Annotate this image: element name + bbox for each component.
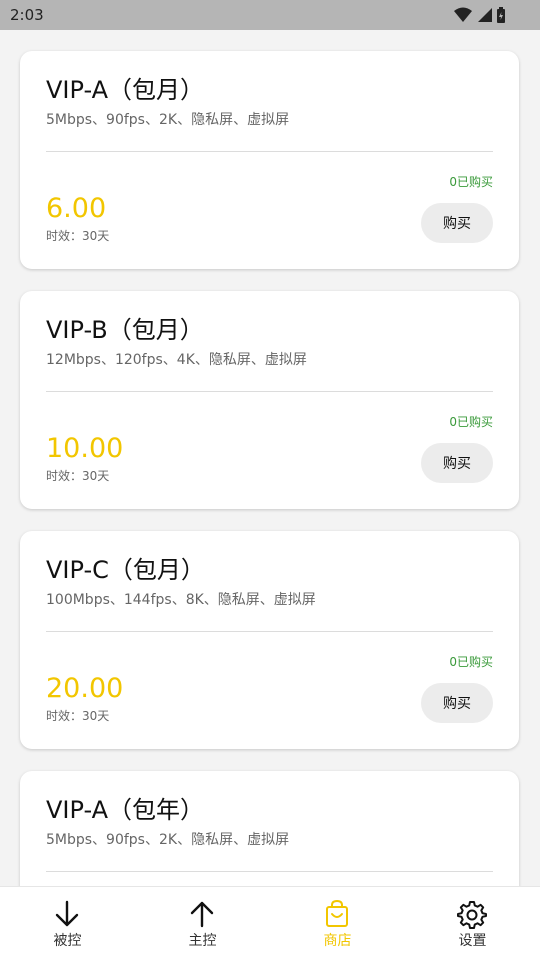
product-title: VIP-A（包年） [46, 796, 204, 824]
product-price: 20.00 [46, 673, 124, 704]
shopping-bag-icon [326, 899, 348, 927]
arrow-up-icon [190, 901, 214, 928]
product-validity: 时效：30天 [46, 469, 110, 483]
tab-controller[interactable]: 主控 [135, 887, 270, 961]
tab-label: 设置 [458, 933, 487, 949]
sold-count: 0已购买 [449, 175, 493, 189]
bottom-tab-bar: 被控 主控 商店 设置 [0, 886, 540, 961]
tab-label: 商店 [323, 933, 352, 949]
product-title: VIP-B（包月） [46, 316, 204, 344]
product-price: 6.00 [46, 193, 107, 224]
wifi-icon [454, 7, 472, 22]
buy-button[interactable]: 购买 [421, 203, 493, 243]
buy-button[interactable]: 购买 [421, 443, 493, 483]
status-bar: 2:03 [0, 0, 540, 30]
arrow-down-icon [55, 900, 79, 927]
product-card-vip-b-monthly: VIP-B（包月） 12Mbps、120fps、4K、隐私屏、虚拟屏 0已购买 … [20, 291, 519, 509]
tab-label: 被控 [53, 933, 82, 949]
divider [46, 871, 493, 872]
battery-icon [497, 7, 505, 23]
tab-label: 主控 [188, 933, 217, 949]
divider [46, 631, 493, 632]
product-title: VIP-A（包月） [46, 76, 204, 104]
gear-icon [457, 901, 487, 929]
product-card-vip-a-yearly: VIP-A（包年） 5Mbps、90fps、2K、隐私屏、虚拟屏 [20, 771, 519, 886]
product-card-vip-c-monthly: VIP-C（包月） 100Mbps、144fps、8K、隐私屏、虚拟屏 0已购买… [20, 531, 519, 749]
product-title: VIP-C（包月） [46, 556, 205, 584]
product-spec: 5Mbps、90fps、2K、隐私屏、虚拟屏 [46, 832, 290, 848]
product-list[interactable]: VIP-A（包月） 5Mbps、90fps、2K、隐私屏、虚拟屏 0已购买 6.… [0, 30, 540, 886]
product-validity: 时效：30天 [46, 229, 110, 243]
sold-count: 0已购买 [449, 415, 493, 429]
product-spec: 5Mbps、90fps、2K、隐私屏、虚拟屏 [46, 112, 290, 128]
product-card-vip-a-monthly: VIP-A（包月） 5Mbps、90fps、2K、隐私屏、虚拟屏 0已购买 6.… [20, 51, 519, 269]
tab-controlled[interactable]: 被控 [0, 887, 135, 961]
signal-icon [478, 8, 492, 22]
buy-button[interactable]: 购买 [421, 683, 493, 723]
tab-settings[interactable]: 设置 [405, 887, 540, 961]
product-price: 10.00 [46, 433, 124, 464]
product-spec: 12Mbps、120fps、4K、隐私屏、虚拟屏 [46, 352, 307, 368]
status-time: 2:03 [10, 6, 44, 24]
sold-count: 0已购买 [449, 655, 493, 669]
divider [46, 391, 493, 392]
product-validity: 时效：30天 [46, 709, 110, 723]
product-spec: 100Mbps、144fps、8K、隐私屏、虚拟屏 [46, 592, 316, 608]
divider [46, 151, 493, 152]
tab-store[interactable]: 商店 [270, 887, 405, 961]
status-icons [454, 6, 506, 24]
